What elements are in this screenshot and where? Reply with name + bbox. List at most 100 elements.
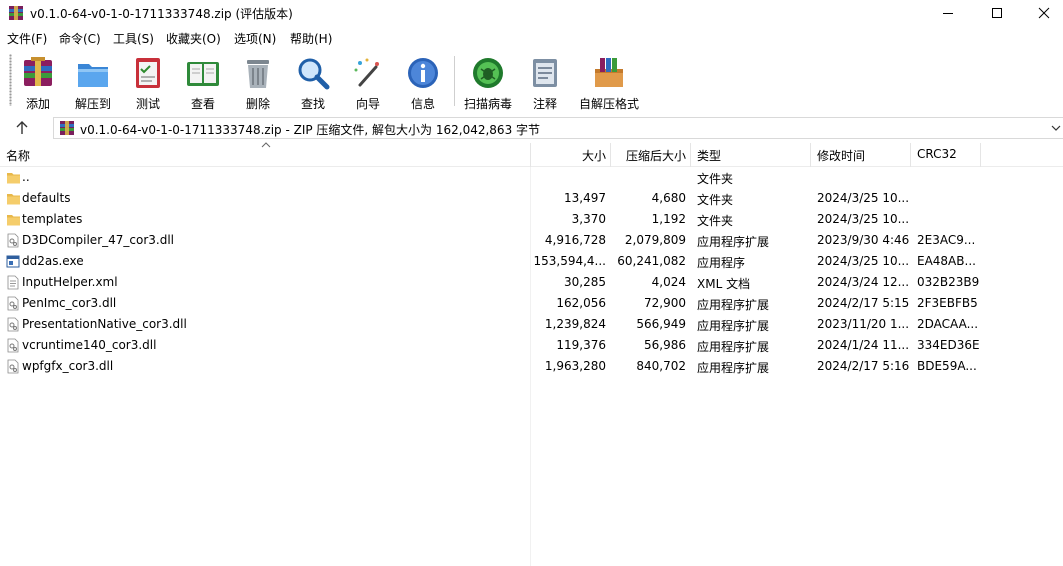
file-row[interactable]: .. 文件夹 bbox=[0, 167, 1063, 188]
file-row[interactable]: templates 3,370 1,192 文件夹 2024/3/25 10... bbox=[0, 209, 1063, 230]
file-crc: 2F3EBFB5 bbox=[917, 296, 978, 310]
trash-can-icon bbox=[247, 60, 269, 88]
column-divider[interactable] bbox=[530, 143, 531, 167]
add-button[interactable]: 添加 bbox=[8, 52, 68, 112]
menu-tools[interactable]: 工具(S) bbox=[113, 30, 154, 47]
add-archive-icon bbox=[24, 57, 52, 86]
view-button[interactable]: 查看 bbox=[173, 52, 233, 112]
column-header-type[interactable]: 类型 bbox=[697, 147, 721, 164]
file-type: 应用程序扩展 bbox=[697, 319, 770, 333]
comment-button[interactable]: 注释 bbox=[515, 52, 575, 112]
file-modified: 2023/11/20 1... bbox=[817, 317, 910, 331]
file-packed-size: 1,192 bbox=[651, 212, 686, 226]
sfx-label: 自解压格式 bbox=[578, 97, 639, 111]
up-folder-button[interactable] bbox=[12, 118, 32, 138]
column-divider[interactable] bbox=[690, 143, 691, 167]
comment-label: 注释 bbox=[532, 97, 557, 111]
maximize-button[interactable] bbox=[974, 0, 1020, 26]
archive-icon bbox=[60, 121, 74, 135]
file-packed-size: 566,949 bbox=[636, 317, 686, 331]
file-packed-size: 840,702 bbox=[636, 359, 686, 373]
file-size: 162,056 bbox=[556, 296, 606, 310]
file-packed-size: 4,024 bbox=[651, 275, 686, 289]
file-name: .. bbox=[22, 170, 30, 184]
extract-to-button[interactable]: 解压到 bbox=[63, 52, 123, 112]
test-button[interactable]: 测试 bbox=[118, 52, 178, 112]
file-row[interactable]: InputHelper.xml 30,285 4,024 XML 文档 2024/3/2… bbox=[0, 272, 1063, 293]
find-button[interactable]: 查找 bbox=[283, 52, 343, 112]
file-name: InputHelper.xml bbox=[22, 275, 118, 289]
exe-file-icon bbox=[6, 255, 20, 268]
close-button[interactable] bbox=[1021, 0, 1063, 26]
dll-file-icon bbox=[7, 317, 19, 332]
delete-button[interactable]: 删除 bbox=[228, 52, 288, 112]
column-divider[interactable] bbox=[910, 143, 911, 167]
address-text: v0.1.0-64-v0-1-0-1711333748.zip - ZIP 压缩… bbox=[80, 123, 541, 137]
file-type: 文件夹 bbox=[697, 172, 734, 186]
minimize-button[interactable] bbox=[925, 0, 971, 26]
column-header-modified[interactable]: 修改时间 bbox=[817, 147, 865, 164]
info-icon bbox=[408, 58, 438, 88]
file-modified: 2024/3/25 10... bbox=[817, 254, 910, 268]
menu-file[interactable]: 文件(F) bbox=[7, 30, 47, 47]
file-packed-size: 4,680 bbox=[651, 191, 686, 205]
file-type: 文件夹 bbox=[697, 214, 734, 228]
file-size: 3,370 bbox=[571, 212, 606, 226]
file-row[interactable]: vcruntime140_cor3.dll 119,376 56,986 应用程序扩展… bbox=[0, 335, 1063, 356]
file-row[interactable]: wpfgfx_cor3.dll 1,963,280 840,702 应用程序扩展 202… bbox=[0, 356, 1063, 377]
file-row[interactable]: PresentationNative_cor3.dll 1,239,824 566,… bbox=[0, 314, 1063, 335]
menu-commands[interactable]: 命令(C) bbox=[59, 30, 101, 47]
file-size: 4,916,728 bbox=[544, 233, 606, 247]
file-row[interactable]: D3DCompiler_47_cor3.dll 4,916,728 2,079,80… bbox=[0, 230, 1063, 251]
column-header-name[interactable]: 名称 bbox=[6, 147, 30, 164]
address-bar[interactable]: v0.1.0-64-v0-1-0-1711333748.zip - ZIP 压缩… bbox=[53, 117, 1063, 139]
file-modified: 2024/1/24 11... bbox=[817, 338, 910, 352]
column-divider[interactable] bbox=[810, 143, 811, 167]
folder-icon bbox=[7, 173, 20, 184]
file-row[interactable]: dd2as.exe 153,594,4... 60,241,082 应用程序 2024/… bbox=[0, 251, 1063, 272]
file-crc: EA48AB... bbox=[917, 254, 976, 268]
chevron-down-icon[interactable] bbox=[1051, 123, 1061, 133]
column-header-size[interactable]: 大小 bbox=[582, 147, 606, 164]
add-label: 添加 bbox=[25, 97, 50, 111]
up-arrow-icon bbox=[16, 121, 28, 134]
minimize-icon bbox=[943, 13, 953, 14]
window-title: v0.1.0-64-v0-1-0-1711333748.zip (评估版本) bbox=[30, 7, 293, 21]
comment-notepad-icon bbox=[533, 59, 557, 87]
magnifier-icon bbox=[298, 58, 330, 90]
wizard-label: 向导 bbox=[355, 97, 380, 111]
sfx-button[interactable]: 自解压格式 bbox=[578, 52, 640, 112]
file-row[interactable]: defaults 13,497 4,680 文件夹 2024/3/25 10... bbox=[0, 188, 1063, 209]
extract-to-label: 解压到 bbox=[74, 97, 111, 111]
dll-file-icon bbox=[7, 233, 19, 248]
toolbar-separator bbox=[454, 56, 455, 106]
dll-file-icon bbox=[7, 296, 19, 311]
file-type: 文件夹 bbox=[697, 193, 734, 207]
file-row[interactable]: PenImc_cor3.dll 162,056 72,900 应用程序扩展 2024/2… bbox=[0, 293, 1063, 314]
file-crc: 334ED36E bbox=[917, 338, 980, 352]
menu-bar: 文件(F) 命令(C) 工具(S) 收藏夹(O) 选项(N) 帮助(H) bbox=[0, 28, 1063, 48]
column-header-packed[interactable]: 压缩后大小 bbox=[626, 147, 686, 164]
find-label: 查找 bbox=[300, 97, 325, 111]
file-type: 应用程序扩展 bbox=[697, 340, 770, 354]
file-name: defaults bbox=[22, 191, 71, 205]
wizard-button[interactable]: 向导 bbox=[338, 52, 398, 112]
menu-favorites[interactable]: 收藏夹(O) bbox=[166, 30, 221, 47]
menu-options[interactable]: 选项(N) bbox=[234, 30, 276, 47]
menu-help[interactable]: 帮助(H) bbox=[290, 30, 332, 47]
column-divider[interactable] bbox=[980, 143, 981, 167]
column-divider[interactable] bbox=[610, 143, 611, 167]
folder-icon bbox=[7, 215, 20, 226]
virus-scan-button[interactable]: 扫描病毒 bbox=[458, 52, 518, 112]
file-name: vcruntime140_cor3.dll bbox=[22, 338, 157, 352]
file-type: 应用程序扩展 bbox=[697, 235, 770, 249]
column-header-crc[interactable]: CRC32 bbox=[917, 147, 957, 161]
file-modified: 2024/3/25 10... bbox=[817, 212, 910, 226]
file-modified: 2023/9/30 4:46 bbox=[817, 233, 910, 247]
virus-scan-icon bbox=[473, 58, 503, 88]
file-modified: 2024/3/25 10... bbox=[817, 191, 910, 205]
info-button[interactable]: 信息 bbox=[393, 52, 453, 112]
file-packed-size: 72,900 bbox=[644, 296, 686, 310]
magic-wand-icon bbox=[354, 58, 379, 87]
file-list: .. 文件夹 defaults 13,497 4,680 文件夹 2024/3/25 10.… bbox=[0, 167, 1063, 377]
